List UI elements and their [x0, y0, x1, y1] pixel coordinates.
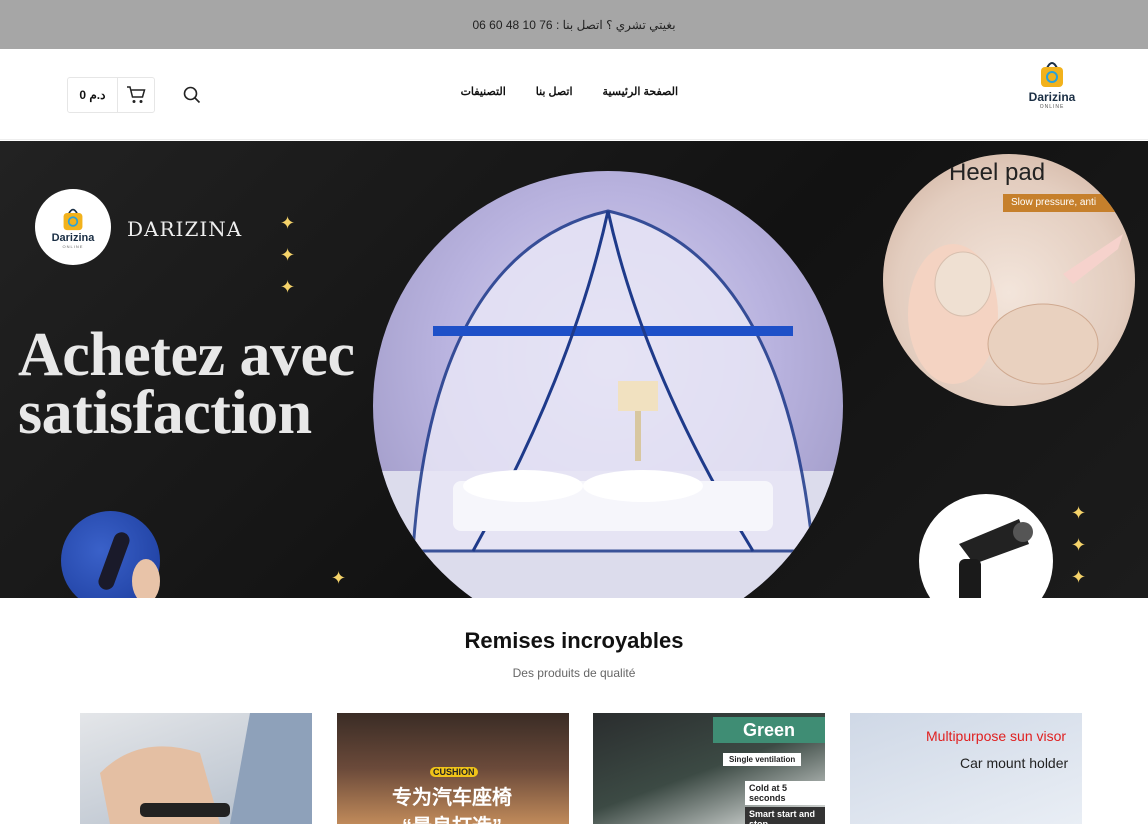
card-tag: CUSHION: [430, 767, 478, 777]
sparkle-icon: ✦: [280, 245, 296, 265]
search-icon[interactable]: [180, 83, 204, 107]
main-nav: الصفحة الرئيسية اتصل بنا التصنيفات: [461, 85, 678, 98]
product-thumb-image: [61, 511, 160, 598]
card-feature: Single ventilation: [723, 753, 802, 766]
shopping-bag-icon: [1041, 62, 1063, 87]
announcement-text: بغيتي تشري ؟ اتصل بنا : 76 10 48 60 06: [472, 17, 676, 32]
nav-home[interactable]: الصفحة الرئيسية: [603, 85, 678, 98]
sparkle-icon: ✦: [280, 213, 296, 233]
product-card[interactable]: Multipurpose sun visor Car mount holder: [850, 713, 1082, 824]
sparkle-icon: ✦: [1071, 535, 1087, 555]
hero-headline: Achetez avec satisfaction: [18, 321, 355, 447]
site-header: 0 د.م الصفحة الرئيسية اتصل بنا التصنيفات…: [0, 49, 1148, 140]
mosquito-net-image: [373, 171, 843, 598]
badge-subtitle: ONLINE: [62, 243, 84, 249]
cart-total: 0 د.م: [79, 88, 106, 102]
nav-contact[interactable]: اتصل بنا: [536, 85, 573, 98]
section-subtitle: Des produits de qualité: [512, 666, 636, 680]
section-title: Remises incroyables: [464, 628, 684, 653]
cart-button[interactable]: 0 د.م: [67, 77, 155, 113]
hero-headline-line1: Achetez avec: [18, 321, 355, 389]
badge-wordmark: Darizina: [51, 231, 95, 244]
logo-subtitle: ONLINE: [1039, 104, 1065, 110]
sparkle-icon: ✦: [1071, 567, 1087, 587]
site-logo[interactable]: Darizina ONLINE: [1022, 59, 1082, 119]
announcement-bar: بغيتي تشري ؟ اتصل بنا : 76 10 48 60 06: [0, 0, 1148, 49]
card-feature: Cold at 5 seconds: [745, 781, 825, 805]
hero-brand: DARIZINA: [127, 217, 243, 241]
card-label: Green: [713, 717, 825, 743]
cart-icon[interactable]: [118, 78, 154, 112]
hero-banner[interactable]: Darizina ONLINE DARIZINA ✦ ✦ ✦ Achetez a…: [0, 141, 1148, 598]
car-vacuum-image: [919, 494, 1053, 598]
card-label: 专为汽车座椅 “最良打造”: [392, 787, 512, 824]
sparkle-icon: ✦: [331, 568, 347, 588]
hero-headline-line2: satisfaction: [18, 379, 312, 447]
product-card[interactable]: [80, 713, 312, 824]
logo-wordmark: Darizina: [1028, 90, 1076, 104]
product-card[interactable]: CUSHION 专为汽车座椅 “最良打造”: [337, 713, 569, 824]
sparkle-icon: ✦: [1071, 503, 1087, 523]
nav-categories[interactable]: التصنيفات: [461, 85, 506, 98]
card-feature: Smart start and stop: [745, 807, 825, 824]
sparkle-icon: ✦: [280, 277, 296, 297]
hero-badge-logo: Darizina ONLINE: [35, 189, 111, 265]
card-label: Multipurpose sun visor: [926, 728, 1067, 744]
shopping-bag-icon: [63, 208, 83, 230]
product-card[interactable]: Green Single ventilation Cold at 5 secon…: [593, 713, 825, 824]
heel-pad-image: Heel pad Slow pressure, anti: [883, 154, 1135, 406]
card-subtitle: Car mount holder: [960, 755, 1069, 771]
